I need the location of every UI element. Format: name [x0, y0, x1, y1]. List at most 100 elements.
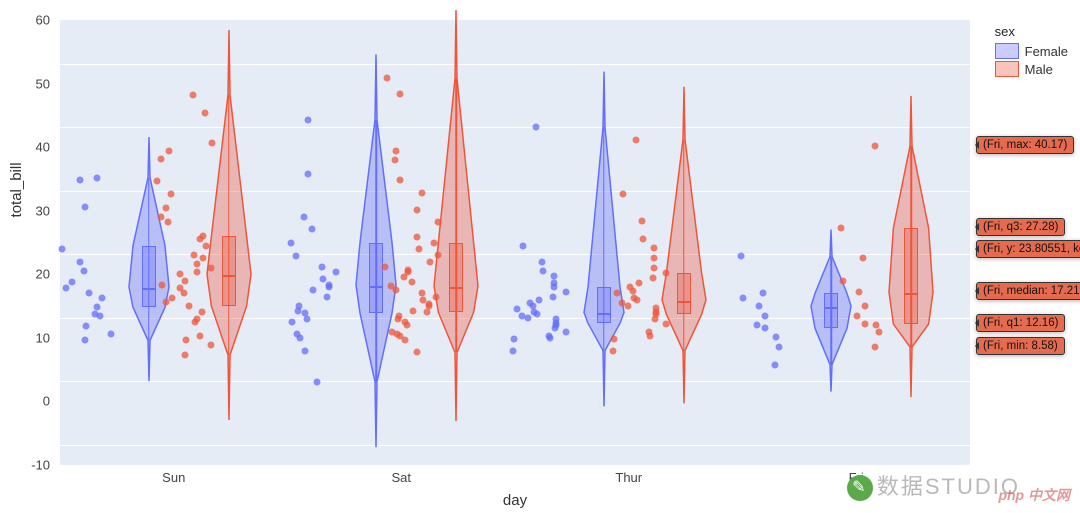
data-point[interactable]: [209, 140, 216, 147]
data-point[interactable]: [414, 207, 421, 214]
data-point[interactable]: [320, 276, 327, 283]
data-point[interactable]: [176, 284, 183, 291]
data-point[interactable]: [382, 263, 389, 270]
data-point[interactable]: [609, 347, 616, 354]
data-point[interactable]: [326, 282, 333, 289]
data-point[interactable]: [81, 203, 88, 210]
data-point[interactable]: [509, 347, 516, 354]
data-point[interactable]: [861, 321, 868, 328]
data-point[interactable]: [58, 245, 65, 252]
data-point[interactable]: [314, 378, 321, 385]
data-point[interactable]: [309, 287, 316, 294]
data-point[interactable]: [772, 334, 779, 341]
data-point[interactable]: [433, 293, 440, 300]
data-point[interactable]: [157, 214, 164, 221]
data-point[interactable]: [562, 289, 569, 296]
data-point[interactable]: [397, 91, 404, 98]
data-point[interactable]: [539, 258, 546, 265]
data-point[interactable]: [408, 278, 415, 285]
data-point[interactable]: [859, 255, 866, 262]
data-point[interactable]: [183, 337, 190, 344]
data-point[interactable]: [627, 284, 634, 291]
data-point[interactable]: [549, 293, 556, 300]
data-point[interactable]: [186, 303, 193, 310]
data-point[interactable]: [293, 331, 300, 338]
data-point[interactable]: [405, 266, 412, 273]
data-point[interactable]: [83, 323, 90, 330]
data-point[interactable]: [202, 109, 209, 116]
data-point[interactable]: [652, 304, 659, 311]
data-point[interactable]: [435, 252, 442, 259]
legend[interactable]: sex Female Male: [995, 24, 1068, 79]
data-point[interactable]: [546, 332, 553, 339]
data-point[interactable]: [308, 225, 315, 232]
data-point[interactable]: [391, 156, 398, 163]
data-point[interactable]: [194, 269, 201, 276]
data-point[interactable]: [550, 272, 557, 279]
data-point[interactable]: [167, 190, 174, 197]
data-point[interactable]: [180, 290, 187, 297]
data-point[interactable]: [649, 275, 656, 282]
data-point[interactable]: [434, 219, 441, 226]
data-point[interactable]: [776, 343, 783, 350]
data-point[interactable]: [158, 282, 165, 289]
data-point[interactable]: [662, 270, 669, 277]
data-point[interactable]: [414, 349, 421, 356]
box[interactable]: [824, 293, 838, 328]
data-point[interactable]: [853, 313, 860, 320]
data-point[interactable]: [759, 290, 766, 297]
legend-item-male[interactable]: Male: [995, 61, 1068, 77]
data-point[interactable]: [872, 322, 879, 329]
data-point[interactable]: [193, 261, 200, 268]
data-point[interactable]: [551, 280, 558, 287]
data-point[interactable]: [650, 245, 657, 252]
data-point[interactable]: [639, 217, 646, 224]
data-point[interactable]: [415, 245, 422, 252]
data-point[interactable]: [86, 290, 93, 297]
data-point[interactable]: [94, 174, 101, 181]
data-point[interactable]: [181, 277, 188, 284]
data-point[interactable]: [199, 309, 206, 316]
box[interactable]: [904, 228, 918, 324]
data-point[interactable]: [207, 342, 214, 349]
data-point[interactable]: [165, 147, 172, 154]
data-point[interactable]: [418, 290, 425, 297]
data-point[interactable]: [189, 92, 196, 99]
data-point[interactable]: [619, 299, 626, 306]
data-point[interactable]: [539, 268, 546, 275]
data-point[interactable]: [755, 303, 762, 310]
box[interactable]: [449, 243, 463, 313]
data-point[interactable]: [190, 252, 197, 259]
data-point[interactable]: [333, 269, 340, 276]
data-point[interactable]: [287, 239, 294, 246]
data-point[interactable]: [533, 124, 540, 131]
data-point[interactable]: [837, 225, 844, 232]
data-point[interactable]: [305, 116, 312, 123]
data-point[interactable]: [68, 278, 75, 285]
data-point[interactable]: [510, 336, 517, 343]
data-point[interactable]: [288, 318, 295, 325]
box[interactable]: [597, 287, 611, 323]
data-point[interactable]: [199, 255, 206, 262]
data-point[interactable]: [663, 320, 670, 327]
data-point[interactable]: [426, 300, 433, 307]
data-point[interactable]: [535, 296, 542, 303]
data-point[interactable]: [181, 352, 188, 359]
data-point[interactable]: [99, 295, 106, 302]
data-point[interactable]: [395, 313, 402, 320]
data-point[interactable]: [620, 190, 627, 197]
data-point[interactable]: [80, 268, 87, 275]
data-point[interactable]: [76, 177, 83, 184]
data-point[interactable]: [761, 313, 768, 320]
data-point[interactable]: [771, 361, 778, 368]
data-point[interactable]: [318, 263, 325, 270]
data-point[interactable]: [197, 332, 204, 339]
data-point[interactable]: [92, 310, 99, 317]
data-point[interactable]: [62, 284, 69, 291]
data-point[interactable]: [876, 328, 883, 335]
box[interactable]: [222, 236, 236, 306]
data-point[interactable]: [387, 282, 394, 289]
data-point[interactable]: [302, 310, 309, 317]
data-point[interactable]: [163, 205, 170, 212]
data-point[interactable]: [631, 294, 638, 301]
